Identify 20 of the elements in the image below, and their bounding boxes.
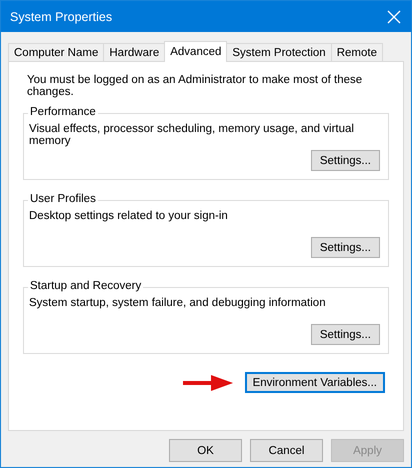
group-description: System startup, system failure, and debugging information — [29, 297, 327, 309]
arrow-icon — [182, 374, 233, 390]
group-description: Desktop settings related to your sign-in — [29, 210, 229, 222]
dialog-button[interactable]: Cancel — [250, 439, 323, 462]
settings-button[interactable]: Settings... — [310, 150, 380, 171]
group-description: Visual effects, processor scheduling, memory usage, and virtual memory — [29, 123, 355, 147]
tab[interactable]: System Protection — [226, 43, 332, 61]
tab[interactable]: Computer Name — [8, 43, 104, 61]
notice-text: You must be logged on as an Administrator to make most of these changes. — [27, 74, 364, 98]
environment-variables-button[interactable]: Environment Variables... — [244, 372, 385, 393]
settings-button[interactable]: Settings... — [310, 237, 380, 258]
group-title: Performance — [28, 106, 98, 118]
dialog-button[interactable]: OK — [169, 439, 242, 462]
group-title: User Profiles — [28, 193, 98, 205]
tab[interactable]: Advanced — [164, 41, 228, 62]
settings-button[interactable]: Settings... — [310, 324, 380, 345]
close-icon[interactable] — [387, 10, 401, 24]
group-title: Startup and Recovery — [28, 280, 144, 292]
tab[interactable]: Remote — [330, 43, 383, 61]
window-title: System Properties — [10, 10, 112, 24]
